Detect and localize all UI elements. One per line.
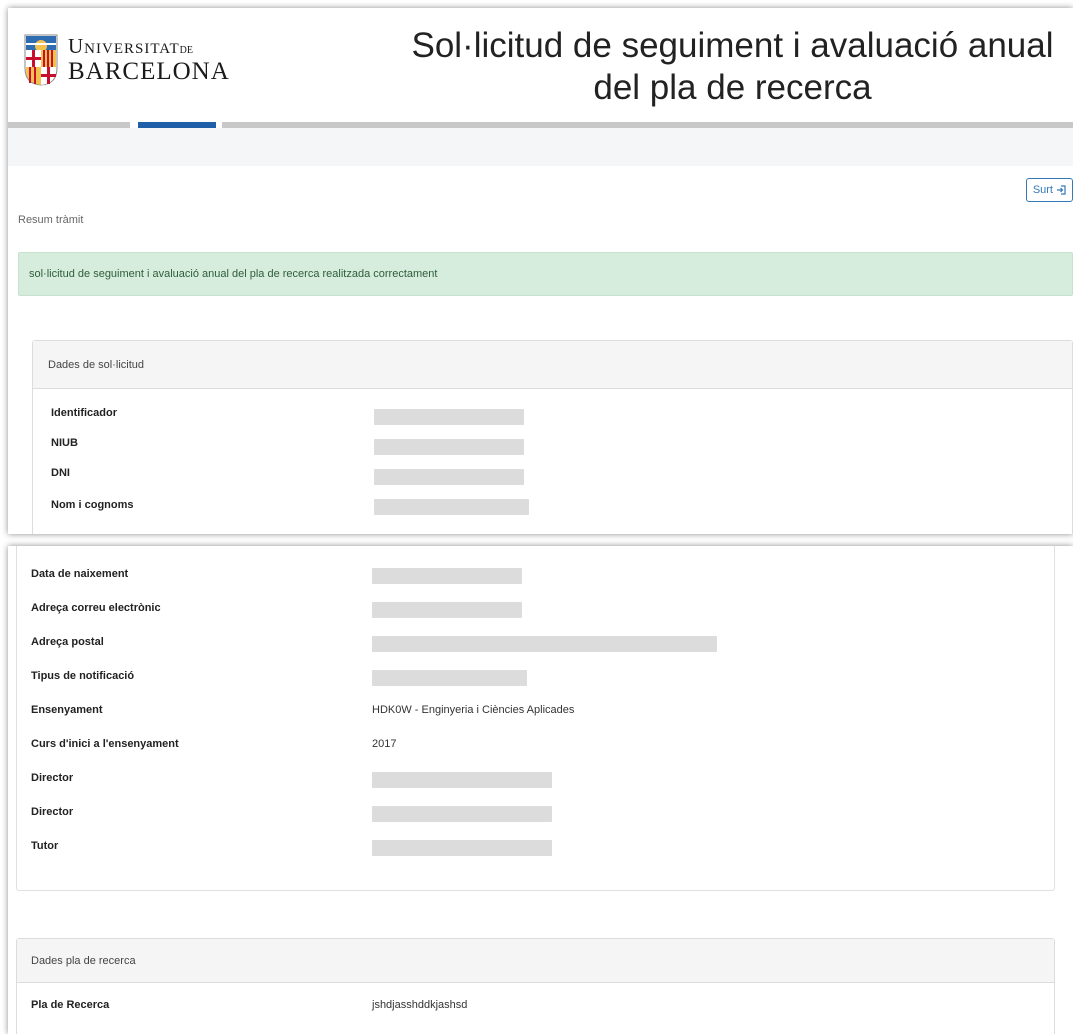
field-label: Tutor: [31, 840, 59, 852]
page-title-line2: del pla de recerca: [593, 68, 872, 107]
page-header: UniversitatDE BARCELONA Sol·licitud de s…: [8, 8, 1073, 122]
field-label: DNI: [51, 467, 70, 479]
page-title-line1: Sol·licitud de seguiment i avaluació anu…: [411, 26, 1054, 65]
card-heading: Dades pla de recerca: [17, 939, 1054, 983]
field-row: Tutor: [17, 832, 1054, 866]
field-value: 2017: [372, 738, 397, 750]
field-row: Data de naixement: [17, 560, 1054, 594]
field-row: Nom i cognoms: [33, 491, 1072, 525]
field-row: Director: [17, 798, 1054, 832]
field-label: Pla de Recerca: [31, 999, 110, 1011]
field-row: Adreça postal: [17, 628, 1054, 662]
field-label: Adreça postal: [31, 636, 104, 648]
redacted-value: [374, 439, 524, 455]
card-dades-solicitud-continued: Data de naixement Adreça correu electròn…: [16, 546, 1055, 891]
field-row: DNI: [33, 459, 1072, 493]
field-label: NIUB: [51, 437, 78, 449]
card-dades-pla-recerca: Dades pla de recerca Pla de Recerca jshd…: [16, 938, 1055, 1034]
field-row: Identificador: [33, 399, 1072, 433]
field-row: Ensenyament HDK0W - Enginyeria i Cièncie…: [17, 696, 1054, 730]
field-row: NIUB: [33, 429, 1072, 463]
field-label: Director: [31, 806, 74, 818]
field-value: HDK0W - Enginyeria i Ciències Aplicades: [372, 704, 575, 716]
field-label: Data de naixement: [31, 568, 129, 580]
logo-wordmark: UniversitatDE BARCELONA: [68, 34, 230, 85]
screenshot-panel-top: UniversitatDE BARCELONA Sol·licitud de s…: [8, 8, 1073, 534]
page-title: Sol·licitud de seguiment i avaluació anu…: [388, 25, 1073, 109]
redacted-value: [374, 469, 524, 485]
success-alert-message: sol·licitud de seguiment i avaluació anu…: [29, 268, 438, 280]
logo-line1: Universitat: [68, 34, 180, 58]
field-label: Ensenyament: [31, 704, 103, 716]
exit-icon: [1057, 185, 1066, 195]
redacted-value: [372, 772, 552, 788]
field-value: jshdjasshddkjashsd: [372, 999, 468, 1011]
field-label: Nom i cognoms: [51, 499, 134, 511]
university-shield-icon: [24, 34, 58, 86]
logo-de: DE: [179, 45, 193, 56]
field-row: Tipus de notificació: [17, 662, 1054, 696]
redacted-value: [374, 409, 524, 425]
redacted-value: [372, 602, 522, 618]
field-label: Identificador: [51, 407, 118, 419]
success-alert: sol·licitud de seguiment i avaluació anu…: [18, 252, 1073, 296]
breadcrumb: Resum tràmit: [18, 214, 84, 226]
field-label: Tipus de notificació: [31, 670, 135, 682]
field-label: Curs d'inici a l'ensenyament: [31, 738, 179, 750]
field-row: Pla de Recerca jshdjasshddkjashsd: [17, 983, 1054, 1017]
sub-navigation-bar: [8, 128, 1073, 166]
field-label: Adreça correu electrònic: [31, 602, 161, 614]
logo-line2: BARCELONA: [68, 58, 230, 85]
redacted-value: [372, 568, 522, 584]
screenshot-panel-bottom: Data de naixement Adreça correu electròn…: [8, 546, 1073, 1034]
card-heading: Dades de sol·licitud: [33, 341, 1072, 389]
university-logo[interactable]: UniversitatDE BARCELONA: [24, 34, 230, 86]
redacted-value: [374, 499, 529, 515]
redacted-value: [372, 806, 552, 822]
exit-button[interactable]: Surt: [1025, 178, 1073, 202]
field-row: Curs d'inici a l'ensenyament 2017: [17, 730, 1054, 764]
field-row: Adreça correu electrònic: [17, 594, 1054, 628]
field-row: Director: [17, 764, 1054, 798]
card-dades-solicitud: Dades de sol·licitud Identificador NIUB …: [32, 340, 1073, 534]
redacted-value: [372, 636, 717, 652]
field-label: Director: [31, 772, 74, 784]
exit-button-label: Surt: [1032, 184, 1053, 196]
redacted-value: [372, 840, 552, 856]
redacted-value: [372, 670, 527, 686]
